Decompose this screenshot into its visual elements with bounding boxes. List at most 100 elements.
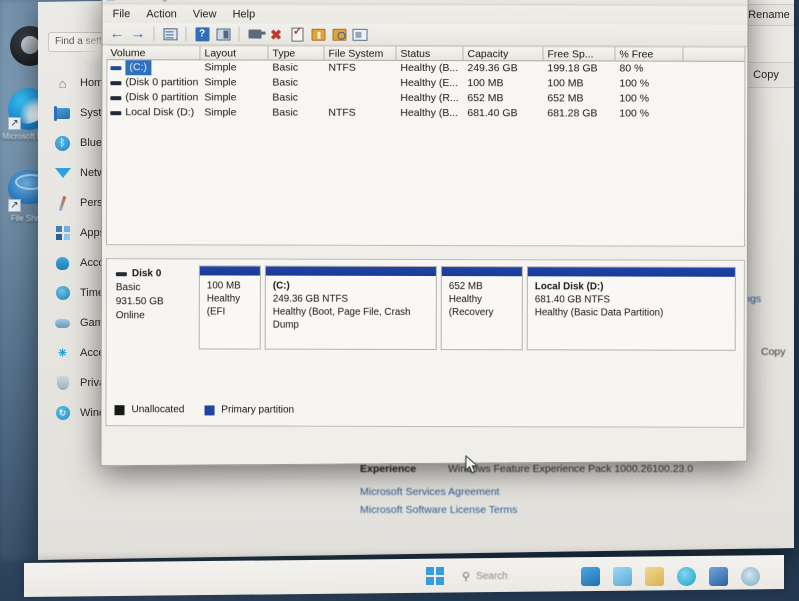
free-space-cell: 199.18 GB	[547, 62, 598, 75]
disk-0-row[interactable]: Disk 0 Basic 931.50 GB Online 100 MB Hea…	[107, 259, 744, 351]
windows-update-icon: ↻	[54, 405, 71, 422]
accounts-icon	[54, 255, 71, 272]
percent-free-cell: 100 %	[619, 92, 650, 105]
partition-size: 100 MB	[206, 280, 241, 292]
volume-name: (Disk 0 partition 4)	[125, 91, 200, 104]
weather-icon[interactable]	[613, 566, 632, 586]
disk-header: Disk 0	[115, 267, 199, 281]
volume-cell[interactable]: (Disk 0 partition 4)	[106, 90, 200, 105]
type-cell: Basic	[272, 91, 299, 104]
file-system-cell	[324, 76, 396, 91]
home-icon: ⌂	[58, 75, 67, 91]
partition-map[interactable]: 100 MB Healthy (EFI (C:) 249.36 GB NTFS …	[198, 259, 744, 351]
disk-management-window[interactable]: Disk Management File Action View Help ← …	[100, 0, 749, 467]
toolbar[interactable]: ← → ? ✖	[102, 23, 748, 47]
start-button[interactable]	[424, 565, 446, 587]
disk-type: Basic	[115, 282, 141, 294]
properties-icon[interactable]	[214, 25, 231, 42]
disk-name: Disk 0	[131, 268, 162, 280]
layout-cell: Simple	[204, 106, 237, 119]
partition-d-drive[interactable]: Local Disk (D:) 681.40 GB NTFS Healthy (…	[526, 266, 736, 351]
partition-capacity-bar	[265, 266, 436, 277]
search-placeholder: Search	[476, 570, 508, 582]
disk-graphical-view[interactable]: Disk 0 Basic 931.50 GB Online 100 MB Hea…	[105, 258, 745, 428]
volume-cell[interactable]: Local Disk (D:)	[106, 105, 200, 120]
column-header-file-system[interactable]: File System	[324, 45, 397, 61]
partition-efi[interactable]: 100 MB Healthy (EFI	[198, 265, 261, 350]
accessibility-icon: ⁕	[56, 344, 69, 362]
table-row[interactable]: (Disk 0 partition 1) Simple Basic Health…	[106, 75, 745, 92]
copilot-icon[interactable]	[581, 566, 600, 586]
column-header-filler	[683, 46, 746, 62]
taskbar[interactable]: ⚲ Search	[24, 555, 784, 597]
toolbar-separator	[153, 26, 155, 42]
column-header-type[interactable]: Type	[268, 45, 325, 61]
volume-bar-icon	[110, 80, 122, 85]
file-explorer-icon[interactable]	[645, 566, 664, 586]
type-cell: Basic	[272, 76, 299, 89]
volume-table[interactable]: Volume Layout Type File System Status Ca…	[106, 45, 746, 122]
file-system-cell	[324, 91, 396, 106]
delete-icon[interactable]: ✖	[267, 26, 284, 43]
check-icon[interactable]	[288, 26, 305, 43]
window-icon[interactable]	[351, 26, 368, 43]
column-header-percent-free[interactable]: % Free	[615, 46, 684, 62]
time-language-icon	[54, 285, 71, 302]
percent-free-cell: 80 %	[619, 62, 644, 75]
column-header-capacity[interactable]: Capacity	[463, 46, 544, 62]
back-arrow-icon[interactable]: ←	[108, 25, 125, 42]
new-volume-icon[interactable]	[309, 26, 326, 43]
taskbar-search-box[interactable]: ⚲ Search	[454, 566, 584, 586]
microsoft-software-license-terms-link[interactable]: Microsoft Software License Terms	[360, 504, 517, 516]
windows-start-icon	[426, 567, 444, 585]
help-icon[interactable]: ?	[193, 25, 210, 42]
settings-icon[interactable]	[741, 566, 760, 586]
column-header-status[interactable]: Status	[396, 45, 464, 62]
forward-arrow-icon[interactable]: →	[129, 25, 146, 42]
disk-size: 931.50 GB	[115, 296, 164, 308]
rescan-disks-icon[interactable]	[246, 26, 263, 43]
copy-button-bottom[interactable]: Copy	[761, 346, 786, 358]
capacity-cell: 681.40 GB	[467, 107, 518, 120]
volume-name: (C:)	[125, 60, 151, 76]
menu-bar[interactable]: File Action View Help	[102, 4, 748, 25]
menu-file[interactable]: File	[113, 8, 131, 20]
menu-action[interactable]: Action	[146, 8, 177, 20]
table-row[interactable]: (Disk 0 partition 4) Simple Basic Health…	[106, 90, 745, 107]
percent-free-cell: 100 %	[619, 107, 650, 120]
store-icon[interactable]	[709, 566, 728, 586]
microsoft-services-agreement-link[interactable]: Microsoft Services Agreement	[360, 486, 499, 498]
partition-recovery[interactable]: 652 MB Healthy (Recovery	[440, 266, 523, 351]
volume-cell[interactable]: (C:)	[106, 60, 200, 76]
partition-status: Healthy (Boot, Page File, Crash Dump	[272, 306, 411, 331]
edge-icon[interactable]	[677, 566, 696, 586]
volume-cell[interactable]: (Disk 0 partition 1)	[106, 75, 200, 90]
menu-view[interactable]: View	[193, 8, 217, 20]
privacy-icon	[54, 375, 71, 392]
primary-partition-label: Primary partition	[221, 404, 295, 416]
partition-size: 249.36 GB NTFS	[272, 293, 348, 305]
table-row[interactable]: (C:) Simple Basic NTFS Healthy (B... 249…	[106, 60, 745, 77]
table-row[interactable]: Local Disk (D:) Simple Basic NTFS Health…	[106, 105, 745, 122]
partition-c-drive[interactable]: (C:) 249.36 GB NTFS Healthy (Boot, Page …	[264, 265, 437, 351]
column-header-free-space[interactable]: Free Sp...	[543, 46, 616, 62]
partition-status: Healthy (Recovery	[448, 294, 494, 319]
toolbar-separator	[238, 26, 240, 42]
disk-info-panel[interactable]: Disk 0 Basic 931.50 GB Online	[107, 259, 199, 349]
disk-bar-icon	[115, 272, 127, 277]
show-hide-console-tree-icon[interactable]	[161, 25, 178, 42]
personalization-icon	[54, 195, 71, 212]
file-system-cell: NTFS	[328, 61, 356, 74]
search-icon: ⚲	[462, 570, 471, 583]
column-header-volume[interactable]: Volume	[106, 45, 201, 61]
layout-cell: Simple	[204, 76, 237, 89]
menu-help[interactable]: Help	[233, 8, 256, 20]
bluetooth-icon: ᛒ	[54, 135, 71, 152]
partition-status: Healthy (EFI	[206, 293, 241, 318]
column-header-layout[interactable]: Layout	[200, 45, 269, 61]
primary-partition-swatch	[204, 404, 215, 415]
status-cell: Healthy (R...	[400, 91, 459, 105]
search-volume-icon[interactable]	[330, 26, 347, 43]
volume-bar-icon	[110, 65, 122, 70]
layout-cell: Simple	[204, 61, 237, 74]
